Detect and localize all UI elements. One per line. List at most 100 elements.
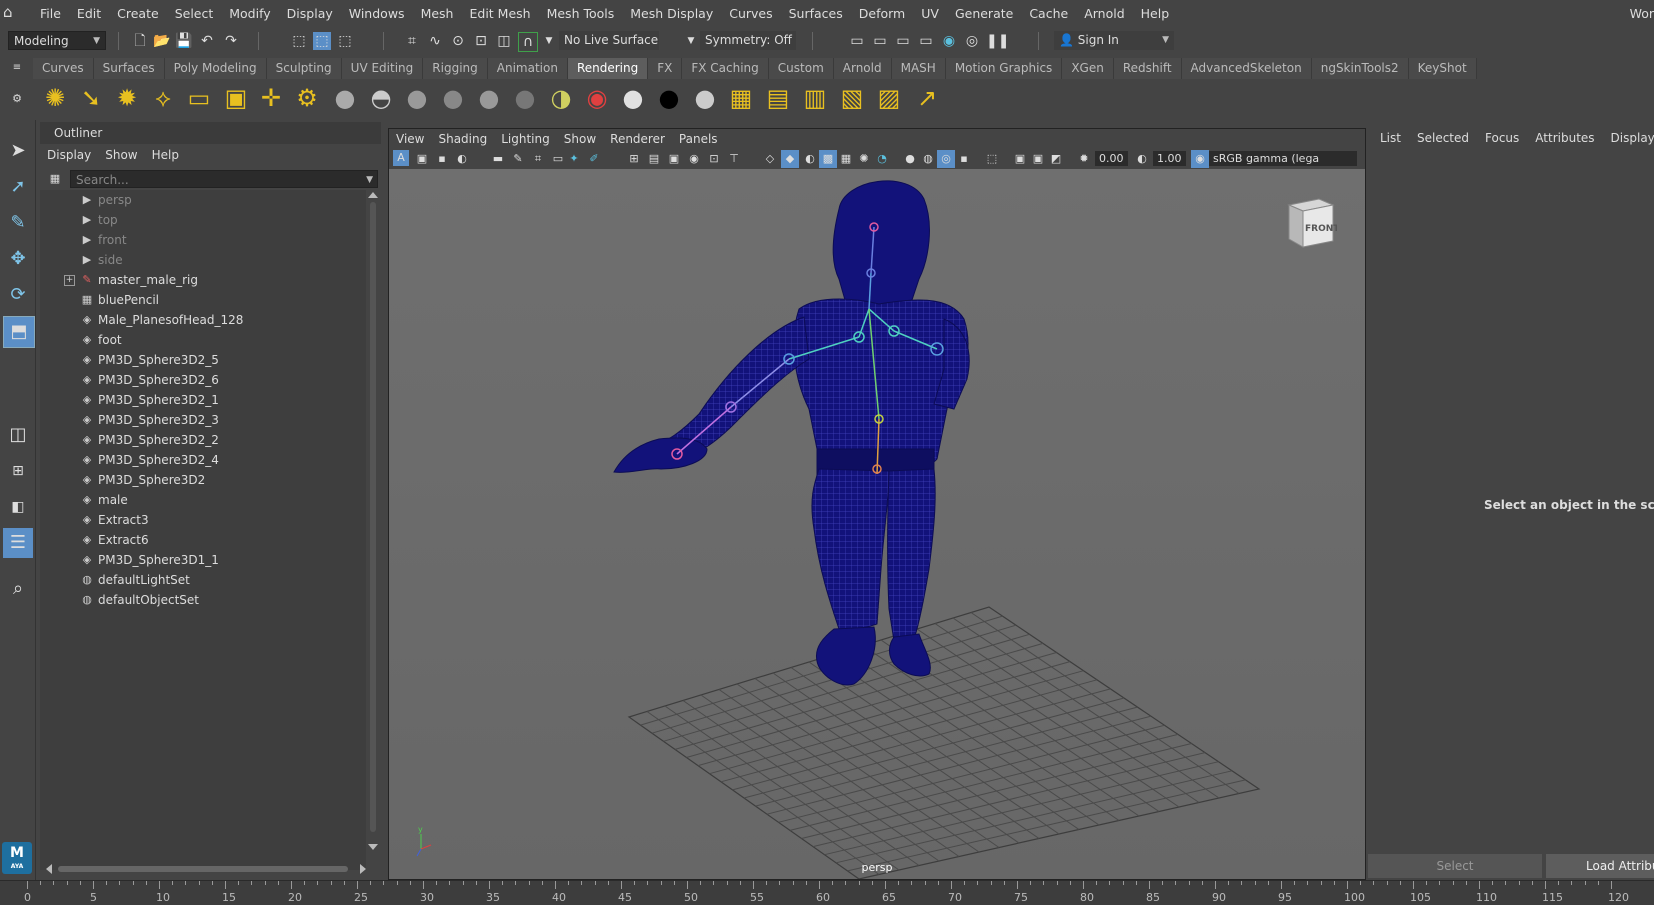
batch-render-icon[interactable]: ▨ [874, 83, 904, 113]
render-frame-icon[interactable]: ▭ [871, 32, 889, 50]
search-dropdown-icon[interactable]: ▼ [366, 171, 373, 189]
shelf-menu-icon[interactable]: ≡ [8, 59, 26, 77]
light-ambient-icon[interactable]: ✺ [40, 83, 70, 113]
two-d-pan-icon[interactable]: ▬ [489, 150, 507, 168]
snap-grid-icon[interactable]: ⌗ [403, 32, 421, 50]
expand-icon[interactable]: + [64, 275, 75, 286]
exposure-field[interactable]: 0.00 [1095, 151, 1128, 166]
default-material-icon[interactable]: ◐ [801, 150, 819, 168]
wireframe-on-shaded-icon[interactable]: ▩ [819, 150, 837, 168]
snap-point-icon[interactable]: ⊙ [449, 32, 467, 50]
menu-edit-mesh[interactable]: Edit Mesh [461, 0, 538, 27]
ambient-occlusion-icon[interactable]: ● [901, 150, 919, 168]
paint-select-tool-icon[interactable]: ✎ [3, 208, 33, 238]
shelf-tab-curves[interactable]: Curves [33, 58, 94, 79]
menu-mesh[interactable]: Mesh [413, 0, 462, 27]
viewport-menu-shading[interactable]: Shading [431, 129, 494, 149]
save-scene-icon[interactable]: 💾 [175, 32, 193, 50]
bookmark-icon[interactable]: ▪ [433, 150, 451, 168]
menu-uv[interactable]: UV [913, 0, 947, 27]
scale-tool-icon[interactable]: ⬒ [3, 316, 35, 348]
shelf-tab-poly-modeling[interactable]: Poly Modeling [164, 58, 267, 79]
attribute-menu-attributes[interactable]: Attributes [1527, 128, 1602, 148]
menu-cache[interactable]: Cache [1021, 0, 1076, 27]
shelf-tab-sculpting[interactable]: Sculpting [266, 58, 342, 79]
select-object-icon[interactable]: ⬚ [313, 32, 331, 50]
xray-components-icon[interactable]: ▣ [1029, 150, 1047, 168]
outliner-item[interactable]: ▶ top [40, 210, 366, 230]
outliner-item[interactable]: ◈ PM3D_Sphere3D1_1 [40, 550, 366, 570]
shelf-tab-xgen[interactable]: XGen [1062, 58, 1114, 79]
select-camera-icon[interactable]: A [393, 150, 409, 166]
render-view-icon[interactable]: ▭ [848, 32, 866, 50]
isolate-select-icon[interactable]: ▪ [955, 150, 973, 168]
shelf-tab-rigging[interactable]: Rigging [423, 58, 488, 79]
viewport-menu-renderer[interactable]: Renderer [603, 129, 672, 149]
render-settings-icon[interactable]: ▭ [917, 32, 935, 50]
outliner-item[interactable]: ▶ front [40, 230, 366, 250]
menu-modify[interactable]: Modify [221, 0, 278, 27]
outliner-item[interactable]: ◈ Male_PlanesofHead_128 [40, 310, 366, 330]
menu-mesh-display[interactable]: Mesh Display [622, 0, 721, 27]
menu-surfaces[interactable]: Surfaces [781, 0, 851, 27]
outliner-item[interactable]: ◈ PM3D_Sphere3D2_5 [40, 350, 366, 370]
shelf-tab-fx-caching[interactable]: FX Caching [682, 58, 769, 79]
outliner-item[interactable]: ◈ PM3D_Sphere3D2_4 [40, 450, 366, 470]
safe-title-icon[interactable]: ⊤ [725, 150, 743, 168]
outliner-item[interactable]: ◈ PM3D_Sphere3D2 [40, 470, 366, 490]
menu-create[interactable]: Create [109, 0, 167, 27]
four-view-layout-icon[interactable]: ⊞ [3, 456, 33, 486]
grey-sphere-icon[interactable]: ● [690, 83, 720, 113]
attribute-menu-display[interactable]: Display [1603, 128, 1654, 148]
depth-of-field-icon[interactable]: ◎ [937, 150, 955, 168]
camera-aim-icon[interactable]: ✛ [256, 83, 286, 113]
redo-icon[interactable]: ↷ [222, 32, 240, 50]
sphere-shader-6-icon[interactable]: ● [510, 83, 540, 113]
arnold-render-icon[interactable]: ◎ [963, 32, 981, 50]
anti-aliasing-icon[interactable]: ◍ [919, 150, 937, 168]
snap-view-icon[interactable]: ⊡ [472, 32, 490, 50]
shelf-tab-surfaces[interactable]: Surfaces [93, 58, 165, 79]
home-icon[interactable]: ⌂ [3, 4, 19, 20]
shelf-tab-keyshot[interactable]: KeyShot [1408, 58, 1477, 79]
outliner-item[interactable]: ◈ Extract6 [40, 530, 366, 550]
paint-icon[interactable]: ✐ [585, 150, 603, 168]
safe-action-icon[interactable]: ⊡ [705, 150, 723, 168]
snap-surface-icon[interactable]: ◫ [495, 32, 513, 50]
camera-icon[interactable]: ⚙ [292, 83, 322, 113]
xray-icon[interactable]: ⬚ [983, 150, 1001, 168]
outliner-item[interactable]: ◈ PM3D_Sphere3D2_1 [40, 390, 366, 410]
filter-icon[interactable]: ▦ [46, 170, 64, 188]
shelf-tab-ngskintools2[interactable]: ngSkinTools2 [1311, 58, 1409, 79]
viewport-menu-lighting[interactable]: Lighting [494, 129, 557, 149]
outliner-layout-icon[interactable]: ☰ [3, 528, 33, 558]
shelf-tab-motion-graphics[interactable]: Motion Graphics [945, 58, 1063, 79]
outliner-item[interactable]: ▶ persp [40, 190, 366, 210]
menu-help[interactable]: Help [1133, 0, 1178, 27]
resolution-gate-icon[interactable]: ▤ [645, 150, 663, 168]
shelf-tab-uv-editing[interactable]: UV Editing [341, 58, 424, 79]
grease-pencil-icon[interactable]: ✎ [509, 150, 527, 168]
menu-arnold[interactable]: Arnold [1076, 0, 1132, 27]
attribute-menu-focus[interactable]: Focus [1477, 128, 1527, 148]
live-surface-field[interactable]: No Live Surface [559, 31, 659, 50]
outliner-horizontal-scrollbar[interactable] [46, 864, 366, 874]
grid-icon[interactable]: ⊞ [625, 150, 643, 168]
viewport-menu-show[interactable]: Show [557, 129, 603, 149]
gamma-field[interactable]: 1.00 [1153, 151, 1186, 166]
menu-curves[interactable]: Curves [721, 0, 780, 27]
single-view-layout-icon[interactable]: ◫ [3, 420, 33, 450]
outliner-item[interactable]: ◈ PM3D_Sphere3D2_3 [40, 410, 366, 430]
shadows-icon[interactable]: ◔ [873, 150, 891, 168]
rotate-tool-icon[interactable]: ⟳ [3, 280, 33, 310]
shelf-tab-rendering[interactable]: Rendering [567, 58, 649, 79]
outliner-menu-display[interactable]: Display [40, 144, 98, 166]
snap-magnet-icon[interactable]: ∩ [518, 32, 538, 52]
open-scene-icon[interactable]: 📂 [153, 32, 171, 50]
symmetry-dropdown[interactable]: Symmetry: Off [700, 31, 796, 50]
outliner-item[interactable]: ◍ defaultObjectSet [40, 590, 366, 610]
sphere-shader-3-icon[interactable]: ● [402, 83, 432, 113]
shelf-tab-mash[interactable]: MASH [891, 58, 946, 79]
shelf-tab-animation[interactable]: Animation [487, 58, 568, 79]
black-sphere-icon[interactable]: ● [654, 83, 684, 113]
